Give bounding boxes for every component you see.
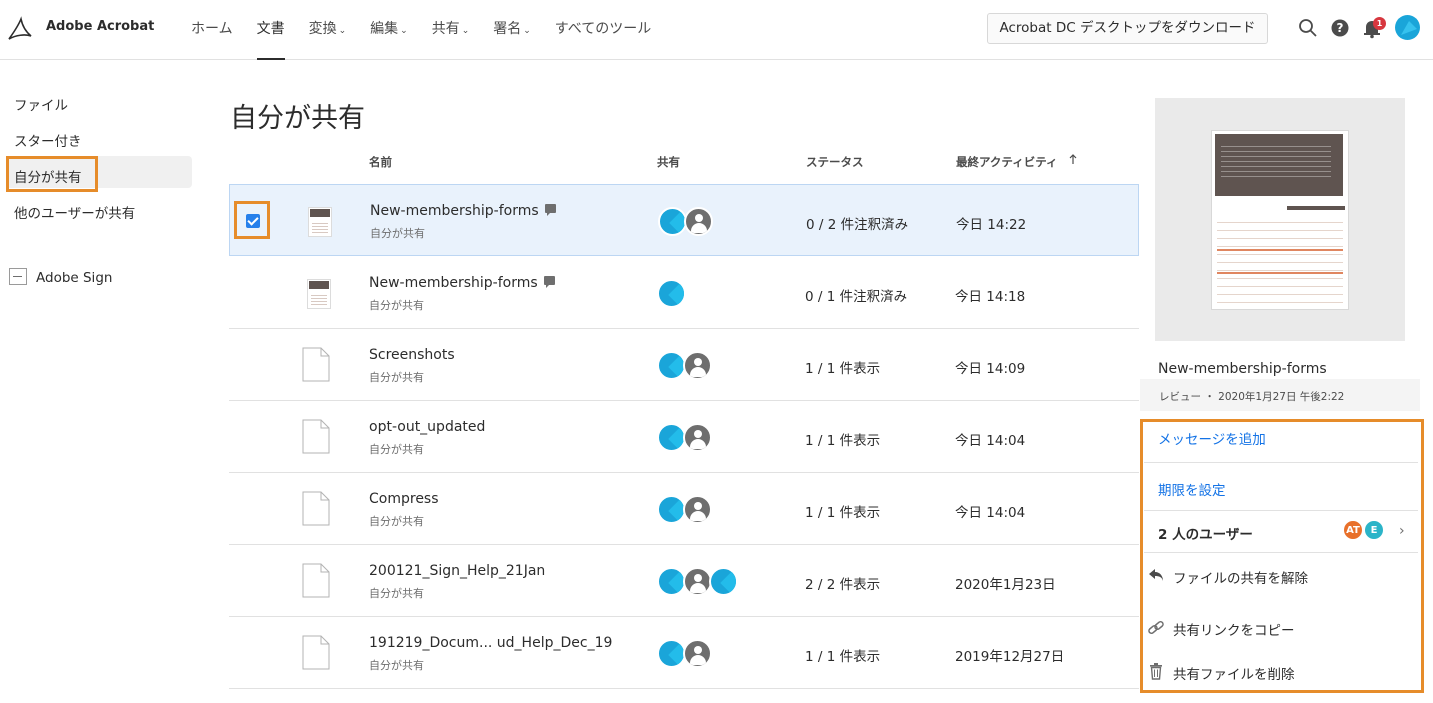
table-row[interactable]: 200121_Sign_Help_21Jan 自分が共有 2 / 2 件表示 2…	[229, 545, 1139, 617]
sidebar-item-shared-by-others[interactable]: 他のユーザーが共有	[14, 202, 135, 222]
file-name[interactable]: Screenshots	[369, 347, 455, 363]
acrobat-logo-icon[interactable]	[6, 16, 34, 42]
table-row[interactable]: 191219_Docum... ud_Help_Dec_19 自分が共有 1 /…	[229, 617, 1139, 689]
file-subtitle: 自分が共有	[369, 443, 424, 456]
user-avatar-cyan	[657, 639, 686, 668]
user-avatar[interactable]	[1395, 15, 1420, 40]
file-subtitle: 自分が共有	[369, 371, 424, 384]
file-status: 1 / 1 件表示	[805, 649, 881, 665]
table-row[interactable]: Compress 自分が共有 1 / 1 件表示 今日 14:04	[229, 473, 1139, 545]
file-status: 1 / 1 件表示	[805, 361, 881, 377]
chevron-down-icon: ⌄	[338, 26, 347, 36]
notification-badge: 1	[1373, 17, 1386, 30]
pdf-thumbnail	[307, 279, 331, 309]
column-header-status[interactable]: ステータス	[806, 154, 864, 170]
comment-icon	[544, 204, 556, 216]
file-icon	[302, 635, 330, 670]
file-icon	[302, 419, 330, 454]
top-bar: Adobe Acrobat ホーム 文書 変換 ⌄ 編集 ⌄ 共有 ⌄ 署名 ⌄ すべて…	[0, 0, 1433, 60]
nav-share[interactable]: 共有 ⌄	[432, 0, 470, 60]
nav-home[interactable]: ホーム	[191, 0, 233, 60]
file-icon	[302, 347, 330, 382]
file-status: 1 / 1 件表示	[805, 505, 881, 521]
chevron-down-icon: ⌄	[461, 26, 470, 36]
file-last-activity: 今日 14:22	[956, 217, 1027, 233]
user-avatar-generic-icon	[683, 495, 712, 524]
chevron-down-icon: ⌄	[400, 26, 408, 36]
user-avatar-generic-icon	[683, 423, 712, 452]
file-last-activity: 2019年12月27日	[955, 649, 1065, 665]
user-avatar-cyan	[657, 567, 686, 596]
file-subtitle: 自分が共有	[369, 659, 424, 672]
sidebar-item-adobe-sign[interactable]: Adobe Sign	[36, 270, 112, 286]
search-icon[interactable]	[1297, 17, 1319, 39]
table-row[interactable]: New-membership-forms 自分が共有 0 / 2 件注釈済み 今…	[229, 184, 1139, 256]
adobe-sign-icon	[9, 268, 27, 285]
user-avatar-generic-icon	[683, 567, 712, 596]
panel-file-meta: レビュー ・ 2020年1月27日 午後2:22	[1159, 391, 1345, 403]
file-last-activity: 今日 14:04	[955, 433, 1026, 449]
nav-edit[interactable]: 編集 ⌄	[370, 0, 408, 60]
file-name[interactable]: Compress	[369, 491, 439, 507]
user-avatar-generic-icon	[683, 351, 712, 380]
file-last-activity: 今日 14:09	[955, 361, 1026, 377]
nav-sign[interactable]: 署名 ⌄	[493, 0, 531, 60]
user-avatar-cyan	[709, 567, 738, 596]
user-avatar-cyan	[658, 207, 687, 236]
file-subtitle: 自分が共有	[369, 299, 424, 312]
file-last-activity: 今日 14:18	[955, 289, 1026, 305]
chevron-down-icon: ⌄	[523, 26, 531, 36]
file-subtitle: 自分が共有	[369, 587, 424, 600]
file-status: 0 / 2 件注釈済み	[806, 217, 909, 233]
file-subtitle: 自分が共有	[369, 515, 424, 528]
file-name[interactable]: 200121_Sign_Help_21Jan	[369, 563, 545, 579]
table-row[interactable]: opt-out_updated 自分が共有 1 / 1 件表示 今日 14:04	[229, 401, 1139, 473]
column-header-shared: 共有	[657, 155, 680, 169]
main-nav: ホーム 文書 変換 ⌄ 編集 ⌄ 共有 ⌄ 署名 ⌄ すべてのツール	[191, 0, 675, 60]
file-name[interactable]: opt-out_updated	[369, 419, 485, 435]
file-icon	[302, 563, 330, 598]
highlight-box-sidebar	[6, 156, 98, 192]
table-row[interactable]: Screenshots 自分が共有 1 / 1 件表示 今日 14:09	[229, 329, 1139, 401]
file-status: 1 / 1 件表示	[805, 433, 881, 449]
page-title: 自分が共有	[230, 103, 365, 134]
user-avatar-cyan	[657, 351, 686, 380]
file-status: 2 / 2 件表示	[805, 577, 881, 593]
user-avatar-generic-icon	[684, 207, 713, 236]
sidebar-item-starred[interactable]: スター付き	[14, 130, 82, 150]
user-avatar-cyan	[657, 495, 686, 524]
help-icon[interactable]: ?	[1329, 17, 1351, 39]
file-status: 0 / 1 件注釈済み	[805, 289, 908, 305]
panel-file-name: New-membership-forms	[1158, 361, 1327, 377]
arrow-up-icon[interactable]	[1068, 153, 1078, 165]
file-name[interactable]: New-membership-forms	[369, 275, 555, 291]
column-header-name[interactable]: 名前	[369, 154, 392, 170]
file-last-activity: 今日 14:04	[955, 505, 1026, 521]
user-avatar-cyan	[657, 423, 686, 452]
file-icon	[302, 491, 330, 526]
svg-text:?: ?	[1337, 21, 1344, 35]
file-subtitle: 自分が共有	[370, 227, 425, 240]
file-last-activity: 2020年1月23日	[955, 577, 1056, 593]
table-row[interactable]: New-membership-forms 自分が共有 0 / 1 件注釈済み 今…	[229, 257, 1139, 329]
pdf-thumbnail	[308, 207, 332, 237]
nav-all-tools[interactable]: すべてのツール	[555, 0, 651, 60]
brand-name[interactable]: Adobe Acrobat	[46, 19, 154, 34]
comment-icon	[543, 276, 555, 288]
user-avatar-generic-icon	[683, 639, 712, 668]
download-desktop-button[interactable]: Acrobat DC デスクトップをダウンロード	[987, 13, 1268, 44]
file-name[interactable]: New-membership-forms	[370, 203, 556, 219]
sidebar-item-files[interactable]: ファイル	[14, 94, 68, 114]
highlight-box-checkbox	[234, 201, 270, 239]
file-name[interactable]: 191219_Docum... ud_Help_Dec_19	[369, 635, 612, 651]
document-preview-thumbnail[interactable]	[1211, 130, 1349, 310]
highlight-box-actions	[1140, 419, 1424, 693]
user-avatar-cyan	[657, 279, 686, 308]
column-header-activity[interactable]: 最終アクティビティ	[956, 154, 1058, 170]
nav-convert[interactable]: 変換 ⌄	[309, 0, 347, 60]
nav-documents[interactable]: 文書	[256, 0, 285, 60]
